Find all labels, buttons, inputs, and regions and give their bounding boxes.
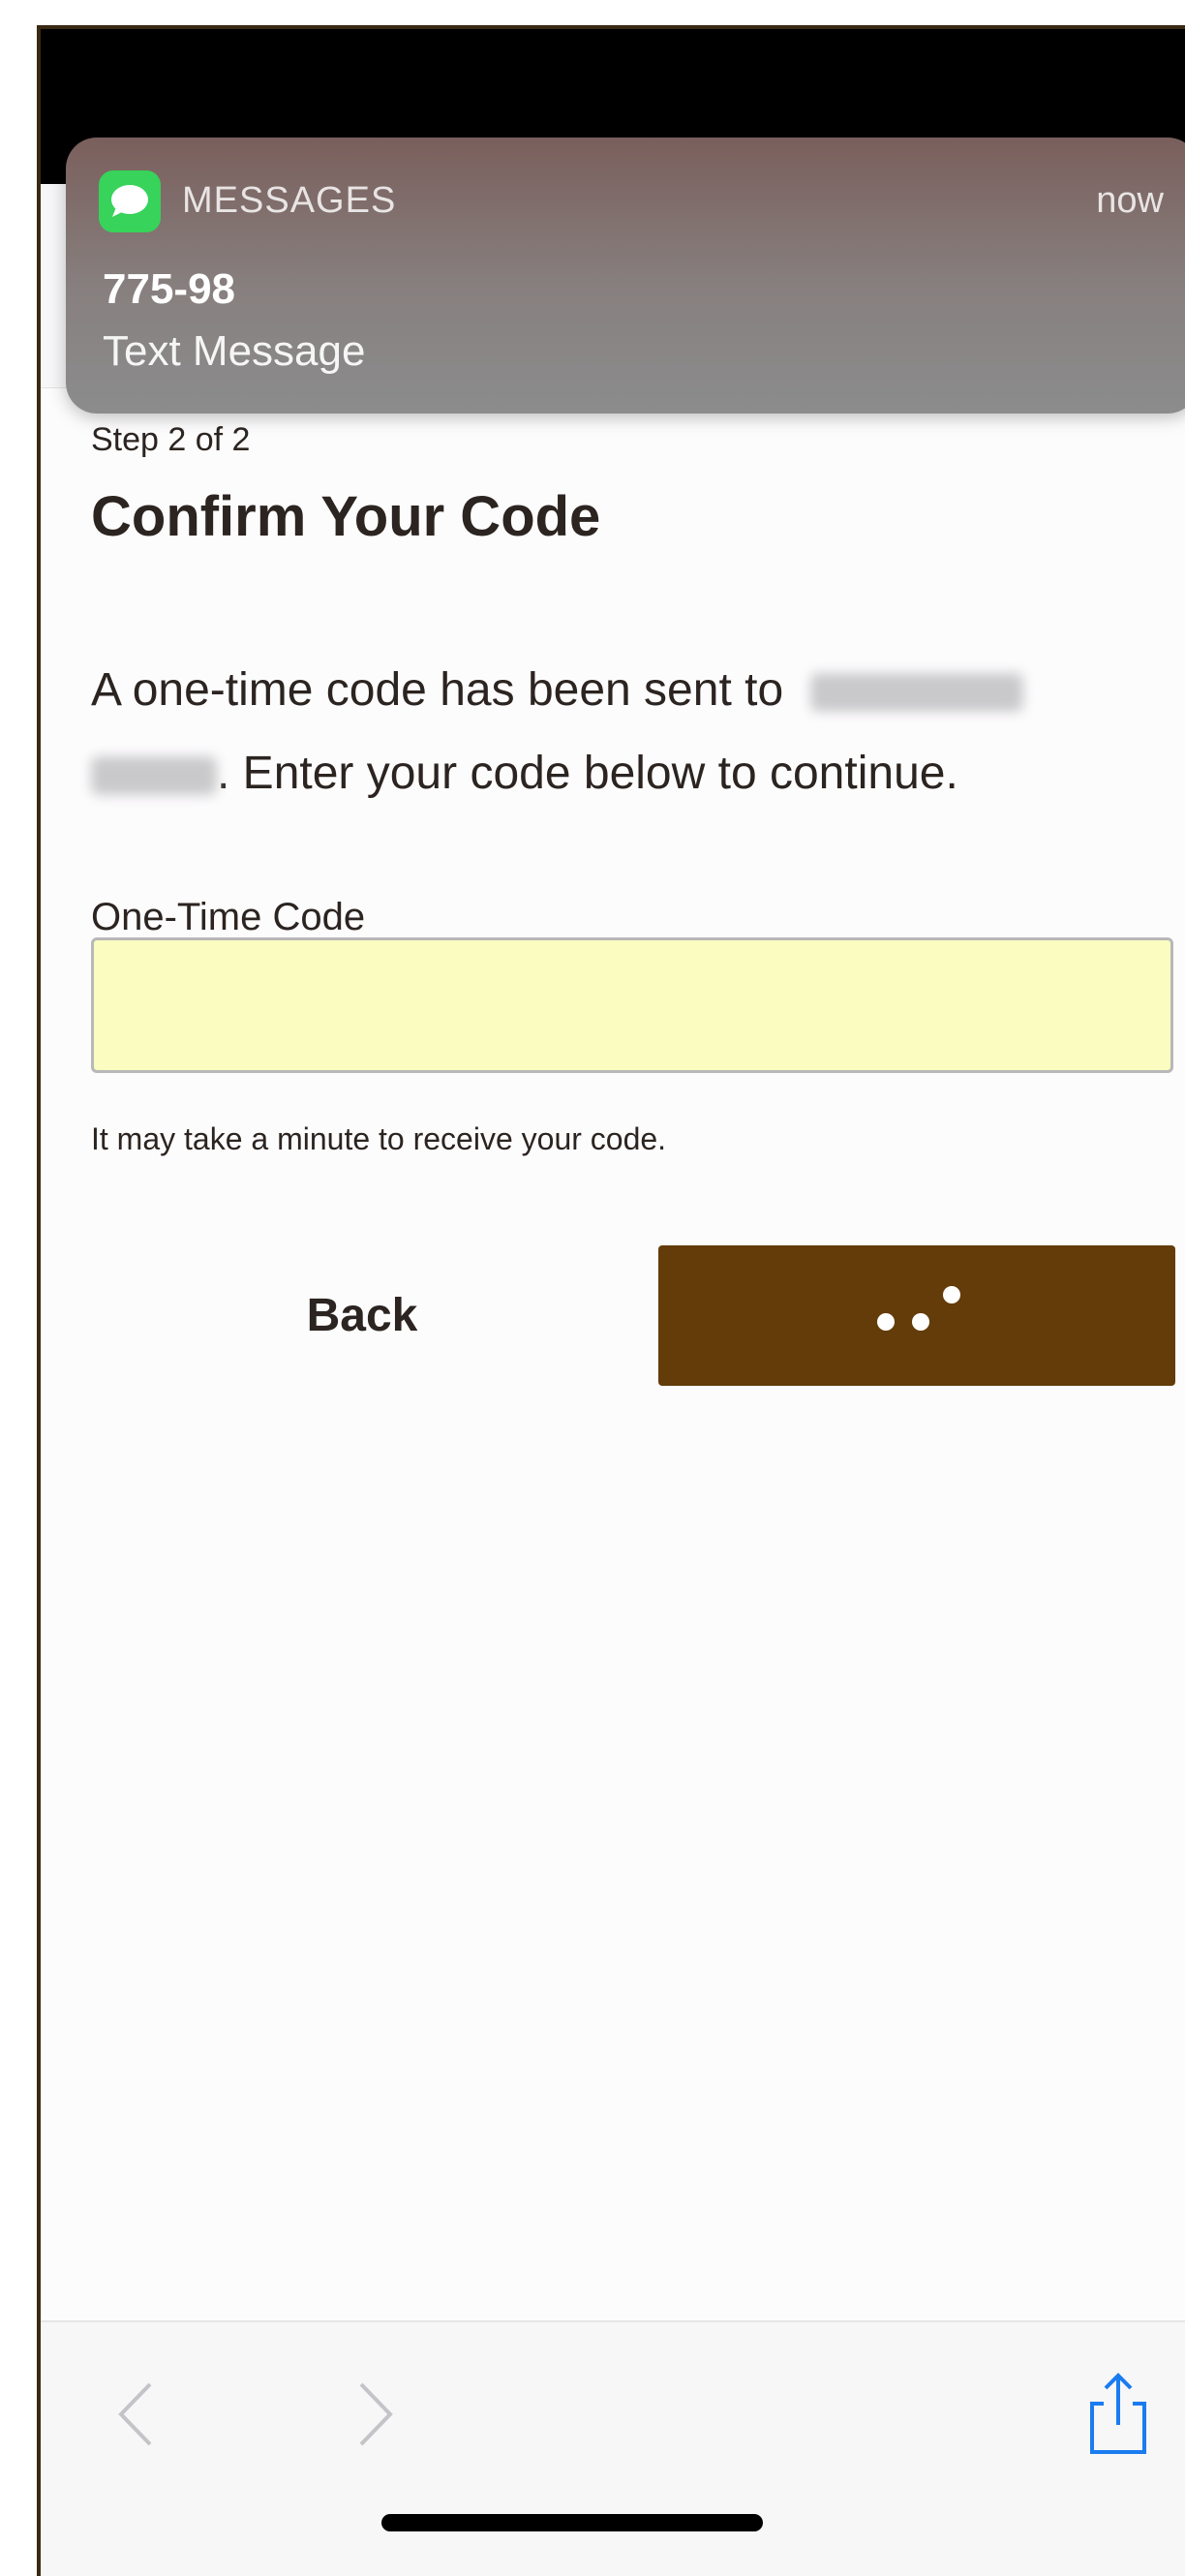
message-notification[interactable]: MESSAGES now 775-98 Text Message xyxy=(66,138,1185,414)
step-indicator: Step 2 of 2 xyxy=(91,421,251,458)
description-prefix: A one-time code has been sent to xyxy=(91,664,784,716)
code-sent-description: A one-time code has been sent to . Enter… xyxy=(91,649,1137,815)
back-button[interactable]: Back xyxy=(91,1245,633,1386)
page-title: Confirm Your Code xyxy=(91,485,601,548)
redacted-phone-part-1 xyxy=(809,673,1023,713)
one-time-code-input[interactable] xyxy=(91,937,1173,1073)
home-indicator xyxy=(381,2514,763,2531)
chevron-right-icon[interactable] xyxy=(331,2371,418,2458)
loading-dot-3 xyxy=(943,1286,960,1303)
code-hint: It may take a minute to receive your cod… xyxy=(91,1121,667,1156)
redacted-phone-part-2 xyxy=(91,756,217,796)
notification-body: Text Message xyxy=(103,327,366,375)
loading-dot-2 xyxy=(912,1313,929,1331)
notification-sender: 775-98 xyxy=(103,265,236,313)
messages-app-icon xyxy=(99,170,161,232)
code-field-label: One-Time Code xyxy=(91,896,366,938)
browser-toolbar xyxy=(41,2320,1185,2576)
device-frame: MESSAGES now 775-98 Text Message Step 2 … xyxy=(0,0,1185,2576)
loading-dot-1 xyxy=(877,1313,895,1331)
chevron-left-icon[interactable] xyxy=(93,2371,180,2458)
screen: MESSAGES now 775-98 Text Message Step 2 … xyxy=(41,29,1185,2576)
share-icon[interactable] xyxy=(1075,2371,1162,2458)
notification-app-name: MESSAGES xyxy=(182,180,397,221)
description-suffix: . Enter your code below to continue. xyxy=(217,748,958,799)
notification-time: now xyxy=(1096,180,1164,221)
continue-button[interactable] xyxy=(658,1245,1175,1386)
